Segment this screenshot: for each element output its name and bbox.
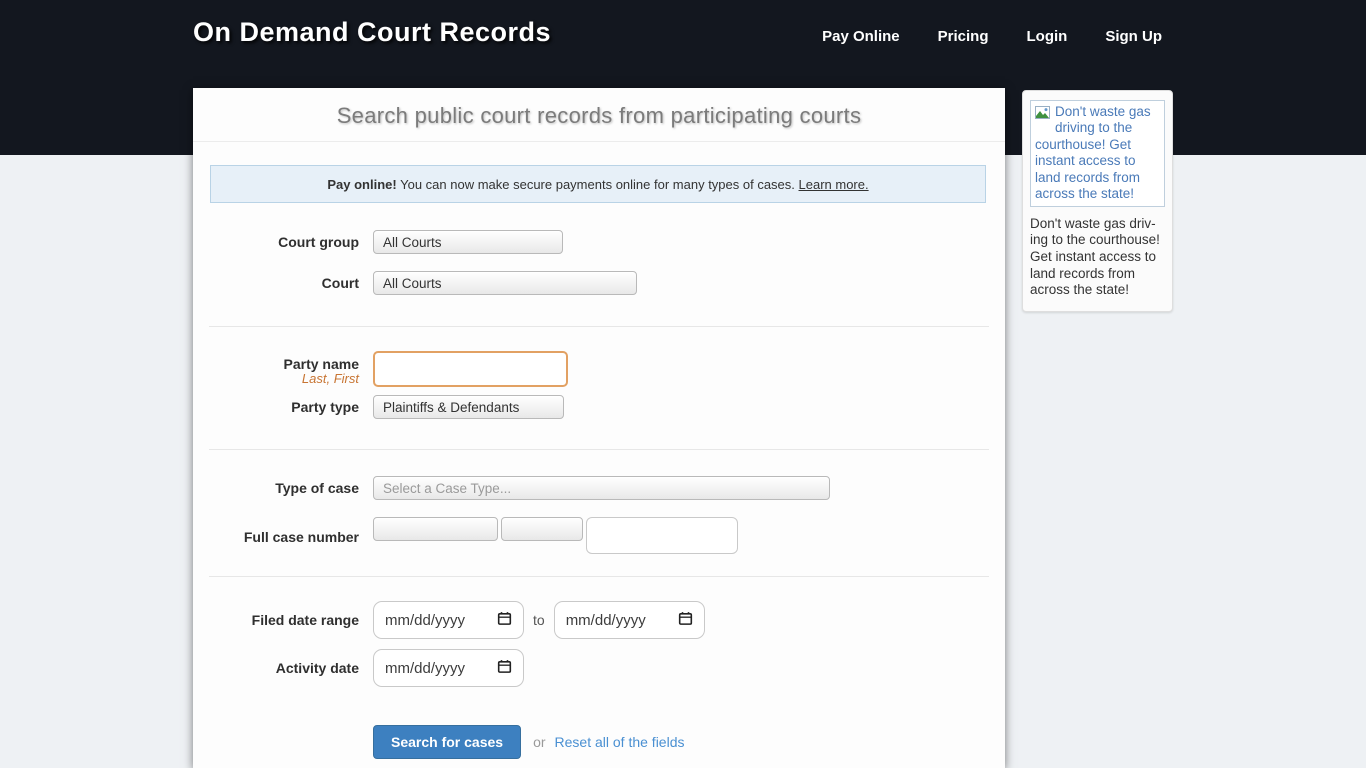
learn-more-link[interactable]: Learn more. [799, 177, 869, 192]
party-name-input[interactable] [373, 351, 568, 387]
filed-date-label: Filed date range [193, 612, 373, 628]
party-name-row: Party name Last, First [193, 351, 568, 387]
panel-header: Search public court records from partici… [193, 88, 1005, 142]
filed-date-start-input[interactable]: mm/dd/yyyy [373, 601, 524, 639]
header-nav: Pay Online Pricing Login Sign Up [822, 28, 1162, 45]
calendar-icon[interactable] [678, 611, 693, 630]
calendar-icon[interactable] [497, 659, 512, 678]
banner-text: You can now make secure payments online … [397, 177, 799, 192]
date-placeholder: mm/dd/yyyy [385, 660, 465, 677]
court-row: Court All Courts [193, 271, 637, 295]
ad-alt-text: Don't waste gas driving to the courthous… [1035, 104, 1151, 201]
section-divider [209, 449, 989, 450]
case-number-prefix-select[interactable] [373, 517, 498, 541]
nav-pay-online[interactable]: Pay Online [822, 28, 900, 45]
activity-date-label: Activity date [193, 660, 373, 676]
party-name-label-text: Party name [284, 356, 359, 372]
or-text: or [533, 734, 545, 750]
section-divider [209, 576, 989, 577]
case-type-row: Type of case Select a Case Type... [193, 476, 830, 500]
ad-image-link[interactable]: Don't waste gas driving to the courthous… [1030, 100, 1165, 207]
case-number-label: Full case number [193, 517, 373, 545]
actions-row: Search for cases or Reset all of the fie… [193, 725, 685, 759]
court-group-label: Court group [193, 234, 373, 250]
search-button[interactable]: Search for cases [373, 725, 521, 759]
nav-sign-up[interactable]: Sign Up [1105, 28, 1162, 45]
court-group-select[interactable]: All Courts [373, 230, 563, 254]
nav-pricing[interactable]: Pricing [938, 28, 989, 45]
filed-date-row: Filed date range mm/dd/yyyy to mm/dd/yyy… [193, 601, 705, 639]
case-type-label: Type of case [193, 480, 373, 496]
party-name-label: Party name Last, First [193, 351, 373, 387]
reset-fields-link[interactable]: Reset all of the fields [555, 734, 685, 750]
case-type-select[interactable]: Select a Case Type... [373, 476, 830, 500]
party-name-hint: Last, First [193, 372, 359, 387]
case-number-year-select[interactable] [501, 517, 583, 541]
section-divider [209, 326, 989, 327]
party-type-select[interactable]: Plaintiffs & Defendants [373, 395, 564, 419]
page-title: Search public court records from partici… [193, 103, 1005, 129]
court-group-row: Court group All Courts [193, 230, 563, 254]
case-number-row: Full case number [193, 517, 738, 554]
date-placeholder: mm/dd/yyyy [385, 612, 465, 629]
court-select[interactable]: All Courts [373, 271, 637, 295]
pay-online-banner: Pay online! You can now make secure paym… [210, 165, 986, 203]
case-number-input[interactable] [586, 517, 738, 554]
calendar-icon[interactable] [497, 611, 512, 630]
brand-logo[interactable]: On Demand Court Records [193, 17, 551, 48]
ad-card: Don't waste gas driving to the courthous… [1022, 90, 1173, 312]
filed-date-end-input[interactable]: mm/dd/yyyy [554, 601, 705, 639]
date-range-separator: to [533, 612, 545, 628]
party-type-label: Party type [193, 399, 373, 415]
search-panel: Search public court records from partici… [193, 88, 1005, 768]
broken-image-icon [1035, 106, 1052, 125]
activity-date-input[interactable]: mm/dd/yyyy [373, 649, 524, 687]
ad-caption: Don't waste gas driv-ing to the courthou… [1030, 216, 1165, 299]
nav-login[interactable]: Login [1027, 28, 1068, 45]
date-placeholder: mm/dd/yyyy [566, 612, 646, 629]
party-type-row: Party type Plaintiffs & Defendants [193, 395, 564, 419]
activity-date-row: Activity date mm/dd/yyyy [193, 649, 524, 687]
banner-bold-text: Pay online! [327, 177, 396, 192]
court-label: Court [193, 275, 373, 291]
